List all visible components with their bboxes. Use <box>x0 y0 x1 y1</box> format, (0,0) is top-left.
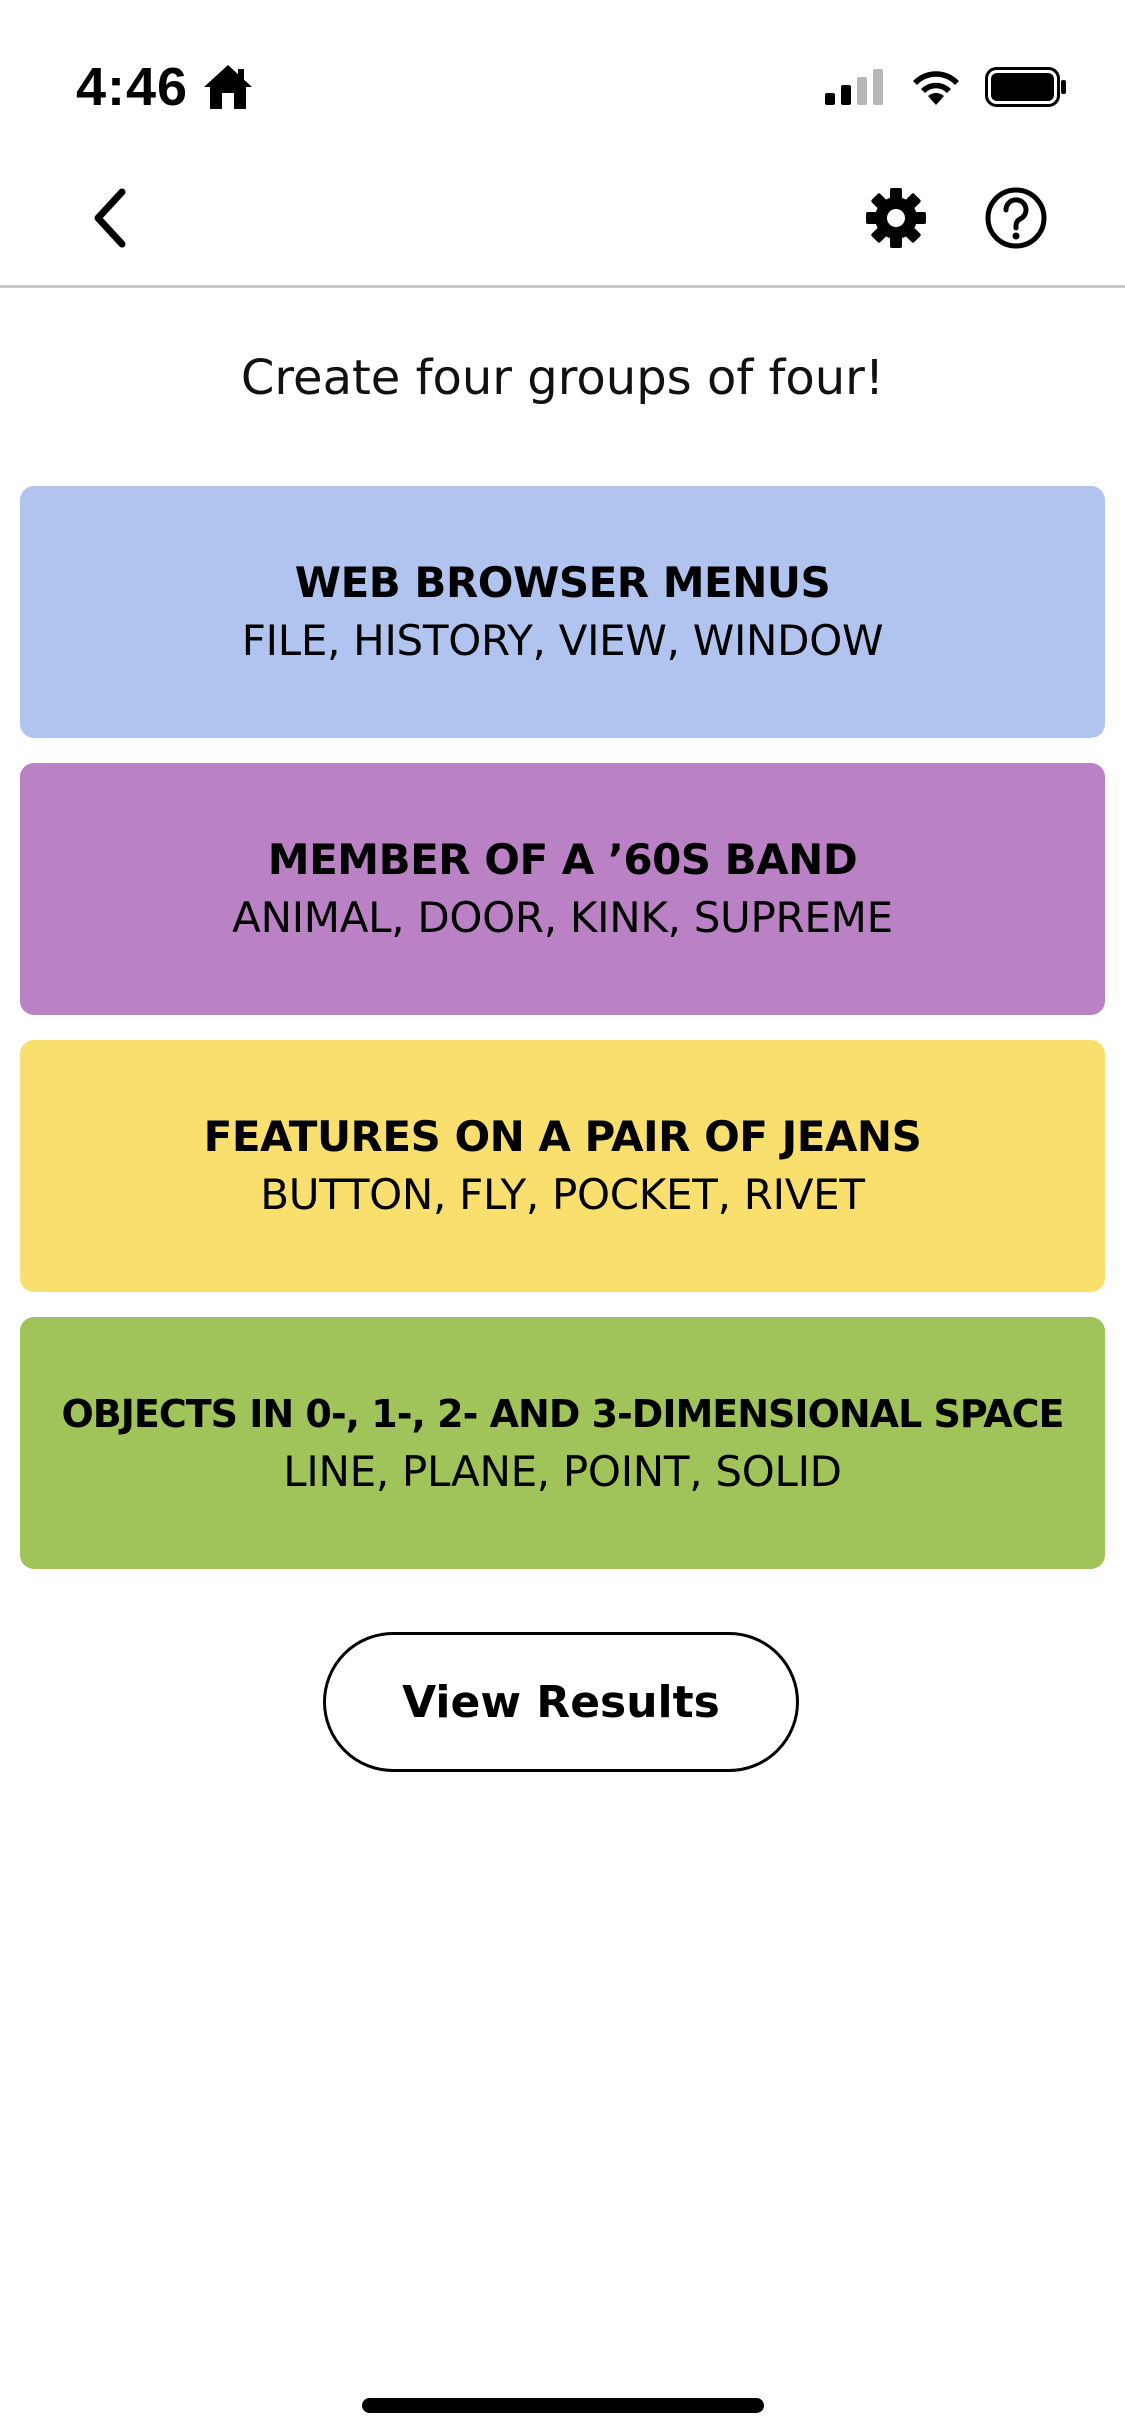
instructions-text: Create four groups of four! <box>240 350 885 406</box>
status-bar: 4:46 <box>0 0 1125 132</box>
wifi-icon <box>913 71 959 105</box>
status-time-group: 4:46 <box>76 52 254 122</box>
group-members: BUTTON, FLY, POCKET, RIVET <box>260 1170 865 1219</box>
group-members: ANIMAL, DOOR, KINK, SUPREME <box>232 893 893 942</box>
nav-bar <box>0 150 1125 288</box>
group-card-web-browser-menus[interactable]: WEB BROWSER MENUS FILE, HISTORY, VIEW, W… <box>20 486 1105 738</box>
solved-groups: WEB BROWSER MENUS FILE, HISTORY, VIEW, W… <box>20 486 1105 1594</box>
home-icon <box>204 65 253 109</box>
group-title: MEMBER OF A ’60S BAND <box>267 835 858 884</box>
gear-icon <box>866 188 926 248</box>
home-indicator <box>362 2398 764 2413</box>
group-card-60s-band[interactable]: MEMBER OF A ’60S BAND ANIMAL, DOOR, KINK… <box>20 763 1105 1015</box>
status-icons <box>825 62 1067 112</box>
view-results-button[interactable]: View Results <box>323 1632 799 1772</box>
cellular-signal-icon <box>825 69 883 105</box>
group-members: FILE, HISTORY, VIEW, WINDOW <box>241 616 884 665</box>
group-card-jeans-features[interactable]: FEATURES ON A PAIR OF JEANS BUTTON, FLY,… <box>20 1040 1105 1292</box>
group-title: OBJECTS IN 0-, 1-, 2- AND 3-DIMENSIONAL … <box>61 1392 1064 1436</box>
group-members: LINE, PLANE, POINT, SOLID <box>283 1447 842 1496</box>
help-button[interactable] <box>978 180 1054 256</box>
status-time: 4:46 <box>76 57 189 117</box>
back-button[interactable] <box>72 180 148 256</box>
group-title: FEATURES ON A PAIR OF JEANS <box>203 1112 922 1161</box>
group-card-dimensional-objects[interactable]: OBJECTS IN 0-, 1-, 2- AND 3-DIMENSIONAL … <box>20 1317 1105 1569</box>
settings-button[interactable] <box>858 180 934 256</box>
question-circle-icon <box>985 187 1047 249</box>
battery-icon <box>985 67 1066 107</box>
group-title: WEB BROWSER MENUS <box>294 558 831 607</box>
chevron-left-icon <box>94 188 126 248</box>
